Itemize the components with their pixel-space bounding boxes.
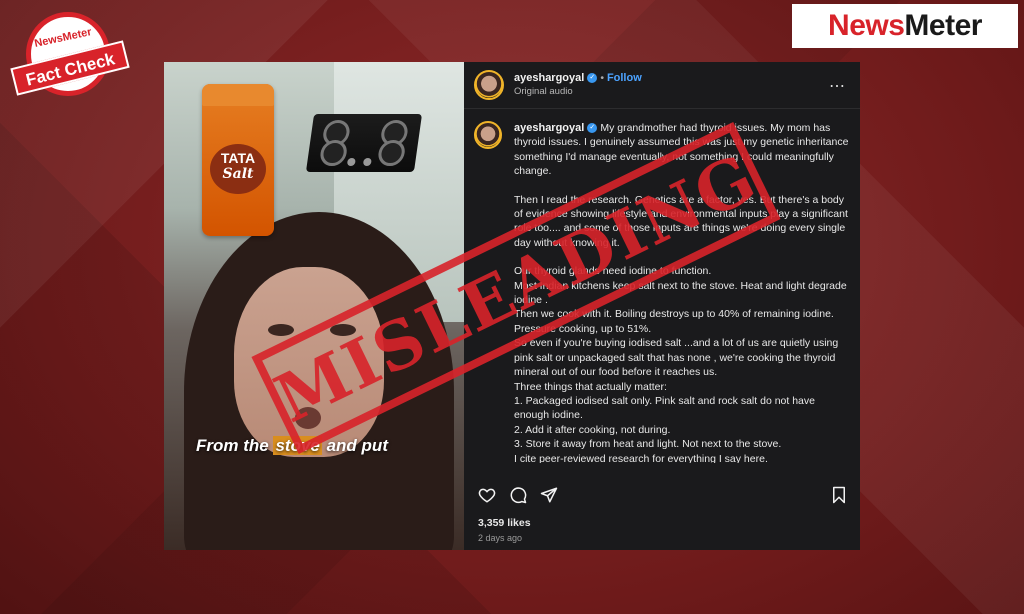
jar-label: TATA Salt [210, 144, 266, 194]
caption-post: and put [321, 436, 388, 455]
person-eye-left [268, 324, 294, 336]
caption-avatar[interactable] [474, 121, 502, 149]
newsmeter-logo: News Meter [792, 4, 1018, 48]
stove-knob [362, 158, 372, 166]
verified-icon: ✓ [587, 73, 598, 84]
post-header: ayeshargoyal ✓ • Follow Original audio ⋯ [464, 62, 860, 109]
jar-product: Salt [222, 166, 254, 182]
jar-lid [202, 84, 274, 106]
stove-knob [346, 158, 356, 166]
salt-jar-image: TATA Salt [202, 84, 274, 236]
separator-dot: • [600, 72, 605, 84]
comment-icon[interactable] [509, 486, 527, 504]
fact-check-badge: NewsMeter Fact Check [10, 12, 130, 102]
verified-icon: ✓ [587, 123, 598, 134]
post-time: 2 days ago [478, 533, 523, 543]
logo-meter: Meter [904, 9, 982, 42]
burner [376, 140, 407, 166]
more-options-icon[interactable]: ⋯ [829, 76, 846, 96]
burner [318, 140, 349, 166]
caption-username[interactable]: ayeshargoyal [514, 122, 584, 134]
caption-pre: From the [196, 436, 274, 455]
logo-news: News [828, 9, 905, 42]
action-bar [478, 486, 848, 504]
gas-stove-image [305, 114, 423, 172]
avatar[interactable] [474, 70, 504, 100]
likes-count[interactable]: 3,359 likes [478, 517, 531, 529]
header-text: ayeshargoyal ✓ • Follow Original audio [514, 71, 642, 99]
audio-label[interactable]: Original audio [514, 85, 642, 99]
jar-brand: TATA [220, 150, 256, 166]
bookmark-icon[interactable] [830, 486, 848, 504]
username[interactable]: ayeshargoyal [514, 72, 584, 84]
follow-button[interactable]: Follow [607, 72, 642, 84]
share-icon[interactable] [540, 486, 558, 504]
heart-icon[interactable] [478, 486, 496, 504]
